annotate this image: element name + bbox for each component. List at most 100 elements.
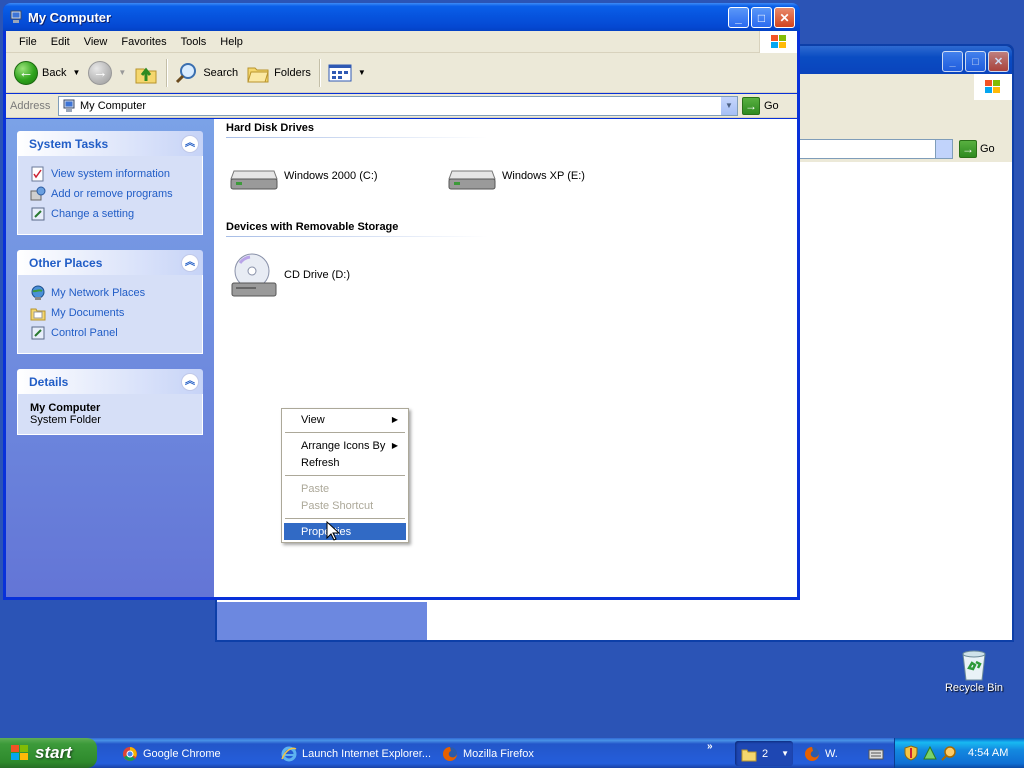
views-button[interactable]: ▼ <box>324 57 370 89</box>
task-keyboard[interactable] <box>864 741 890 766</box>
menu-tools[interactable]: Tools <box>174 36 214 48</box>
view-system-info-link[interactable]: View system information <box>30 164 192 184</box>
drive-c-item[interactable]: Windows 2000 (C:) <box>230 161 378 191</box>
context-menu: View ▶ Arrange Icons By ▶ Refresh Paste … <box>281 408 409 543</box>
security-shield-icon[interactable] <box>903 745 919 761</box>
toolbar: ← Back ▼ → ▼ Search Folders ▼ <box>6 53 797 93</box>
views-icon <box>328 64 352 81</box>
network-globe-icon <box>31 285 45 300</box>
cd-drive-item[interactable]: CD Drive (D:) <box>230 251 350 299</box>
back-label: Back <box>42 66 67 79</box>
system-tray: 4:54 AM <box>894 738 1024 768</box>
back-button[interactable]: ← Back ▼ <box>10 57 84 89</box>
toolbar-separator <box>166 58 168 87</box>
go-arrow-icon: → <box>742 96 760 115</box>
search-button[interactable]: Search <box>171 57 242 89</box>
task-group-count: 2 <box>762 747 769 760</box>
folders-button[interactable]: Folders <box>242 57 315 89</box>
menu-edit[interactable]: Edit <box>44 36 77 48</box>
system-tasks-header[interactable]: System Tasks ︽ <box>17 131 203 156</box>
drive-e-item[interactable]: Windows XP (E:) <box>448 161 585 191</box>
my-documents-link[interactable]: My Documents <box>30 303 192 323</box>
my-documents-label: My Documents <box>51 307 125 319</box>
up-button[interactable] <box>130 57 162 89</box>
keyboard-icon <box>868 749 884 759</box>
minimize-button[interactable]: _ <box>728 7 749 28</box>
collapse-chevron-icon[interactable]: ︽ <box>181 253 199 272</box>
control-panel-icon <box>31 207 45 221</box>
bg-address-dropdown-icon[interactable] <box>935 140 952 158</box>
task-google-chrome[interactable]: Google Chrome <box>116 741 268 766</box>
change-setting-link[interactable]: Change a setting <box>30 204 192 224</box>
control-panel-link[interactable]: Control Panel <box>30 323 192 343</box>
firefox-icon <box>805 746 819 761</box>
go-button[interactable]: → Go <box>742 96 779 115</box>
other-places-header[interactable]: Other Places ︽ <box>17 250 203 275</box>
close-button[interactable]: ✕ <box>774 7 795 28</box>
titlebar[interactable]: My Computer _ □ ✕ <box>3 3 800 31</box>
ctx-arrange-label: Arrange Icons By <box>301 439 386 452</box>
control-panel-label: Control Panel <box>51 327 118 339</box>
task-launch-ie[interactable]: Launch Internet Explorer... <box>275 741 435 766</box>
back-arrow-icon: ← <box>14 60 38 85</box>
chrome-icon <box>123 746 137 761</box>
internet-explorer-icon <box>281 746 297 761</box>
recycle-bin[interactable]: Recycle Bin <box>944 648 1004 694</box>
bg-go-button[interactable]: → Go <box>959 139 995 159</box>
add-remove-programs-link[interactable]: Add or remove programs <box>30 184 192 204</box>
back-dropdown-icon[interactable]: ▼ <box>72 68 80 77</box>
forward-dropdown-icon[interactable]: ▼ <box>118 68 126 77</box>
mouse-cursor-icon <box>326 521 340 541</box>
bg-maximize-button[interactable]: □ <box>965 51 986 72</box>
system-info-icon <box>31 166 44 182</box>
collapse-chevron-icon[interactable]: ︽ <box>181 372 199 391</box>
start-button[interactable]: start <box>0 738 97 768</box>
network-status-icon[interactable] <box>922 745 938 761</box>
menu-view[interactable]: View <box>77 36 115 48</box>
task-mozilla-firefox[interactable]: Mozilla Firefox <box>436 741 596 766</box>
go-label: Go <box>764 99 779 112</box>
computer-icon <box>63 99 75 112</box>
task-pane: System Tasks ︽ View system information A… <box>6 119 214 597</box>
address-dropdown-icon[interactable]: ▼ <box>720 96 737 115</box>
ctx-refresh-label: Refresh <box>301 456 340 469</box>
control-panel-icon <box>31 326 45 340</box>
maximize-button[interactable]: □ <box>751 7 772 28</box>
ctx-view[interactable]: View ▶ <box>284 411 406 428</box>
search-tray-icon[interactable] <box>941 745 957 761</box>
bg-taskpane <box>217 602 427 640</box>
windows-flag-icon <box>11 745 28 760</box>
search-icon <box>176 62 197 83</box>
details-panel: Details ︽ My Computer System Folder <box>17 369 203 435</box>
view-system-info-label: View system information <box>51 168 171 180</box>
task-folder-group[interactable]: 2 ▼ <box>735 741 793 766</box>
forward-button[interactable]: → ▼ <box>84 57 130 89</box>
address-value: My Computer <box>80 99 147 112</box>
recycle-bin-label: Recycle Bin <box>944 682 1004 694</box>
address-field[interactable]: My Computer ▼ <box>58 95 738 116</box>
bg-minimize-button[interactable]: _ <box>942 51 963 72</box>
menu-help[interactable]: Help <box>213 36 250 48</box>
ctx-arrange-icons[interactable]: Arrange Icons By ▶ <box>284 437 406 454</box>
ctx-refresh[interactable]: Refresh <box>284 454 406 471</box>
window-title: My Computer <box>28 9 112 25</box>
change-setting-label: Change a setting <box>51 208 135 220</box>
details-name: My Computer <box>30 402 101 414</box>
details-header[interactable]: Details ︽ <box>17 369 203 394</box>
ctx-properties[interactable]: Properties <box>284 523 406 540</box>
taskbar-overflow-chevron-icon[interactable]: » <box>707 741 713 752</box>
collapse-chevron-icon[interactable]: ︽ <box>181 134 199 153</box>
ctx-paste-label: Paste <box>301 482 330 495</box>
bg-address-field[interactable] <box>797 139 953 159</box>
ctx-paste-shortcut-label: Paste Shortcut <box>301 499 374 512</box>
bg-close-button[interactable]: ✕ <box>988 51 1009 72</box>
menu-file[interactable]: File <box>12 36 44 48</box>
system-tasks-panel: System Tasks ︽ View system information A… <box>17 131 203 235</box>
task-firefox-window[interactable]: W. <box>798 741 848 766</box>
recycle-bin-icon <box>962 650 986 681</box>
clock[interactable]: 4:54 AM <box>968 747 1008 759</box>
my-network-places-label: My Network Places <box>51 287 146 299</box>
menu-favorites[interactable]: Favorites <box>114 36 173 48</box>
views-dropdown-icon[interactable]: ▼ <box>358 68 366 77</box>
my-network-places-link[interactable]: My Network Places <box>30 283 192 303</box>
